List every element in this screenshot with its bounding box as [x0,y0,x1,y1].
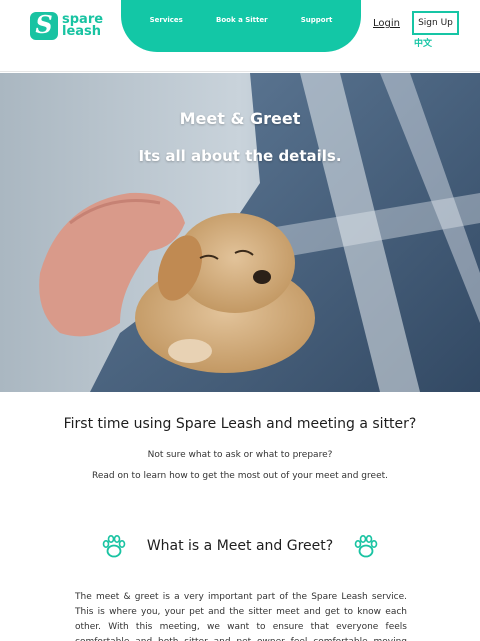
logo-mark-letter: S [35,10,53,39]
intro-heading: First time using Spare Leash and meeting… [63,416,417,432]
intro-line-2: Read on to learn how to get the most out… [92,471,388,481]
section-body-text: The meet & greet is a very important par… [75,592,407,641]
section-title: What is a Meet and Greet? [146,538,334,554]
section-heading-row: What is a Meet and Greet? [0,532,480,562]
hero-subtitle: Its all about the details. [138,147,342,165]
hero-title: Meet & Greet [179,109,301,128]
nav-support[interactable]: Support [301,16,333,24]
hero-banner: Meet & Greet Its all about the details. [0,73,480,392]
intro-line-1: Not sure what to ask or what to prepare? [147,450,333,460]
logo-text-line2: leash [62,24,102,39]
nav-book-a-sitter[interactable]: Book a Sitter [216,16,268,24]
paw-icon [354,534,378,558]
nav-services[interactable]: Services [150,16,183,24]
language-switch[interactable]: 中文 [414,36,432,49]
logo-text: spare leash [62,13,103,39]
site-header: S spare leash Services Book a Sitter Sup… [0,0,480,72]
main-nav: Services Book a Sitter Support [121,0,361,52]
signup-button[interactable]: Sign Up [412,11,459,35]
logo-icon: S [30,10,58,40]
logo[interactable]: S spare leash [30,10,103,40]
login-link[interactable]: Login [373,18,400,29]
